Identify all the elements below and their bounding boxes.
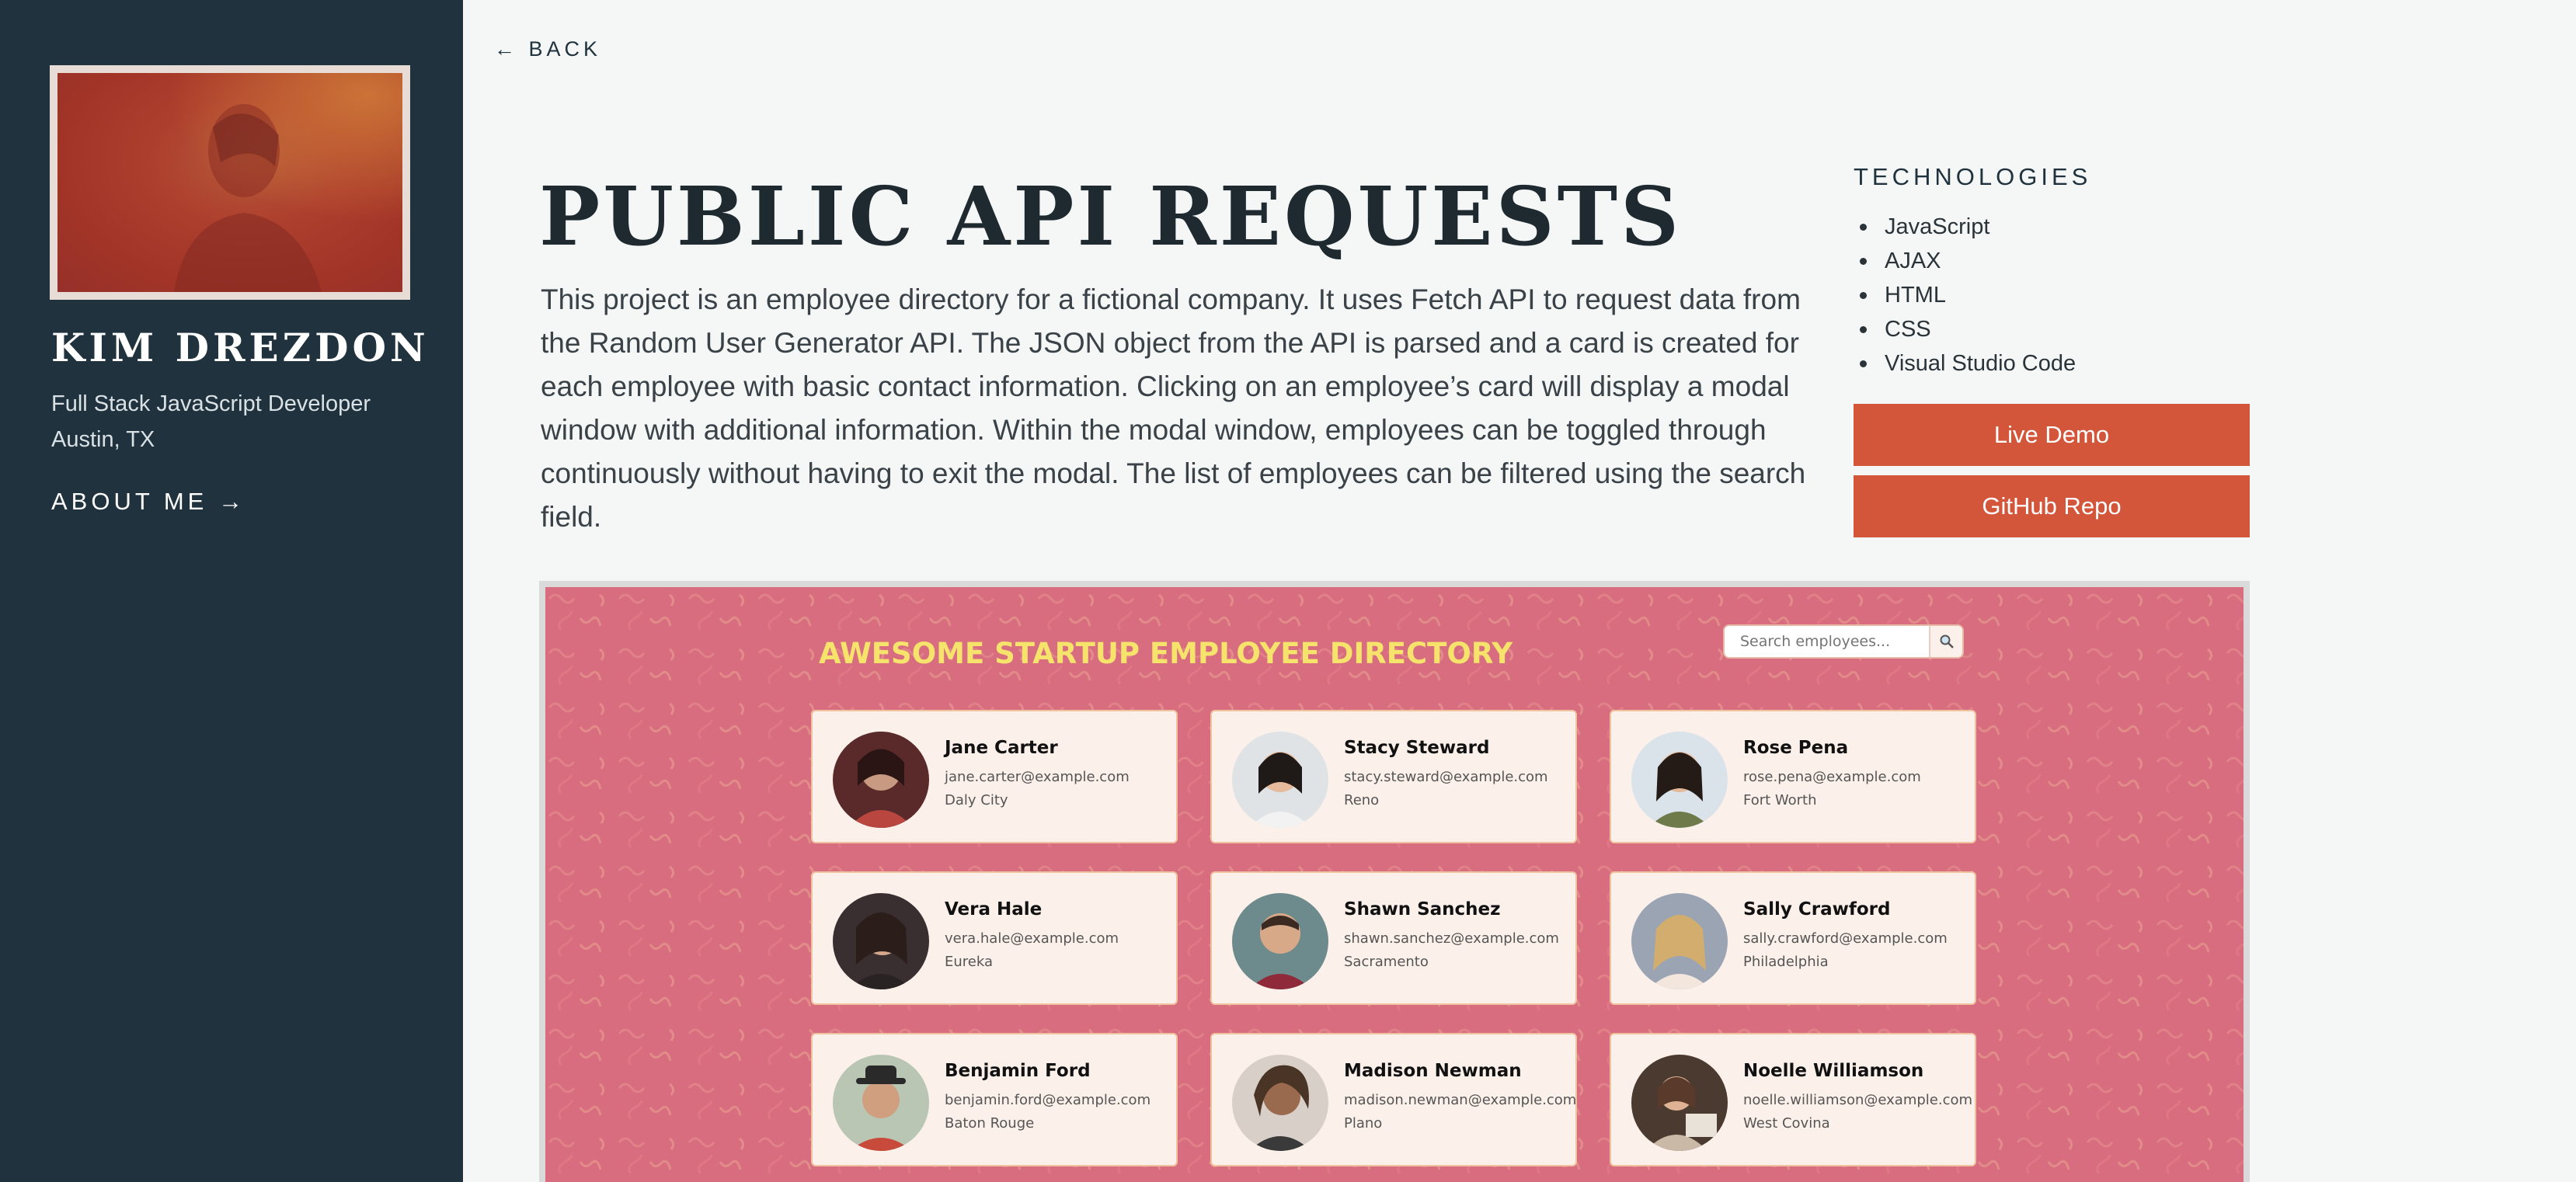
back-link[interactable]: ← BACK	[494, 37, 601, 61]
technology-item: CSS	[1854, 312, 2076, 346]
employee-city: Sacramento	[1344, 954, 1429, 970]
technologies-list: JavaScript AJAX HTML CSS Visual Studio C…	[1854, 210, 2076, 381]
employee-email: madison.newman@example.com	[1344, 1092, 1577, 1108]
employee-avatar	[1232, 893, 1328, 989]
employee-name: Benjamin Ford	[945, 1061, 1091, 1081]
search-box	[1723, 624, 1964, 659]
developer-role: Full Stack JavaScript Developer	[51, 391, 371, 416]
employee-avatar	[833, 732, 929, 828]
employee-email: vera.hale@example.com	[945, 930, 1119, 947]
project-screenshot: AWESOME STARTUP EMPLOYEE DIRECTORY Jane …	[545, 587, 2244, 1182]
employee-email: jane.carter@example.com	[945, 769, 1130, 785]
employee-avatar	[1232, 732, 1328, 828]
employee-name: Madison Newman	[1344, 1061, 1522, 1081]
employee-card[interactable]: Vera Hale vera.hale@example.com Eureka	[811, 871, 1178, 1005]
employee-name: Sally Crawford	[1743, 899, 1891, 920]
project-screenshot-frame: AWESOME STARTUP EMPLOYEE DIRECTORY Jane …	[539, 581, 2250, 1182]
employee-email: shawn.sanchez@example.com	[1344, 930, 1559, 947]
employee-card[interactable]: Rose Pena rose.pena@example.com Fort Wor…	[1610, 710, 1976, 843]
profile-photo-frame	[50, 65, 410, 300]
employee-card[interactable]: Stacy Steward stacy.steward@example.com …	[1210, 710, 1577, 843]
employee-city: Philadelphia	[1743, 954, 1829, 970]
employee-avatar	[1631, 893, 1728, 989]
employee-avatar	[833, 1055, 929, 1151]
developer-location: Austin, TX	[51, 427, 155, 452]
employee-card[interactable]: Shawn Sanchez shawn.sanchez@example.com …	[1210, 871, 1577, 1005]
employee-email: rose.pena@example.com	[1743, 769, 1921, 785]
employee-name: Jane Carter	[945, 738, 1058, 758]
sidebar: KIM DREZDON Full Stack JavaScript Develo…	[0, 0, 463, 1182]
page-title: PUBLIC API REQUESTS	[539, 169, 1683, 264]
employee-email: sally.crawford@example.com	[1743, 930, 1948, 947]
employee-card[interactable]: Benjamin Ford benjamin.ford@example.com …	[811, 1033, 1178, 1166]
search-input[interactable]	[1725, 626, 1929, 657]
employee-name: Rose Pena	[1743, 738, 1849, 758]
live-demo-button[interactable]: Live Demo	[1854, 404, 2250, 466]
employee-avatar	[1631, 732, 1728, 828]
directory-title: AWESOME STARTUP EMPLOYEE DIRECTORY	[819, 637, 1513, 670]
about-me-link[interactable]: ABOUT ME →	[51, 488, 246, 516]
technology-item: HTML	[1854, 278, 2076, 312]
profile-photo	[57, 73, 402, 292]
employee-city: Plano	[1344, 1115, 1383, 1132]
magnifier-icon	[1940, 634, 1954, 648]
employee-avatar	[833, 893, 929, 989]
employee-name: Vera Hale	[945, 899, 1043, 920]
employee-card[interactable]: Jane Carter jane.carter@example.com Daly…	[811, 710, 1178, 843]
technology-item: Visual Studio Code	[1854, 346, 2076, 381]
technologies-heading: TECHNOLOGIES	[1854, 163, 2092, 190]
developer-name: KIM DREZDON	[51, 325, 430, 370]
employee-city: Daly City	[945, 792, 1008, 808]
employee-name: Stacy Steward	[1344, 738, 1490, 758]
employee-city: Eureka	[945, 954, 993, 970]
search-button[interactable]	[1929, 626, 1962, 657]
employee-city: West Covina	[1743, 1115, 1830, 1132]
employee-avatar	[1232, 1055, 1328, 1151]
employee-card[interactable]: Noelle Williamson noelle.williamson@exam…	[1610, 1033, 1976, 1166]
employee-city: Fort Worth	[1743, 792, 1817, 808]
employee-card[interactable]: Sally Crawford sally.crawford@example.co…	[1610, 871, 1976, 1005]
employee-email: stacy.steward@example.com	[1344, 769, 1548, 785]
technology-item: JavaScript	[1854, 210, 2076, 244]
employee-name: Shawn Sanchez	[1344, 899, 1501, 920]
employee-card[interactable]: Madison Newman madison.newman@example.co…	[1210, 1033, 1577, 1166]
employee-avatar	[1631, 1055, 1728, 1151]
employee-email: noelle.williamson@example.com	[1743, 1092, 1973, 1108]
github-repo-button[interactable]: GitHub Repo	[1854, 475, 2250, 537]
technology-item: AJAX	[1854, 244, 2076, 278]
project-description: This project is an employee directory fo…	[541, 283, 1806, 533]
employee-email: benjamin.ford@example.com	[945, 1092, 1151, 1108]
employee-city: Reno	[1344, 792, 1380, 808]
employee-name: Noelle Williamson	[1743, 1061, 1924, 1081]
employee-city: Baton Rouge	[945, 1115, 1035, 1132]
